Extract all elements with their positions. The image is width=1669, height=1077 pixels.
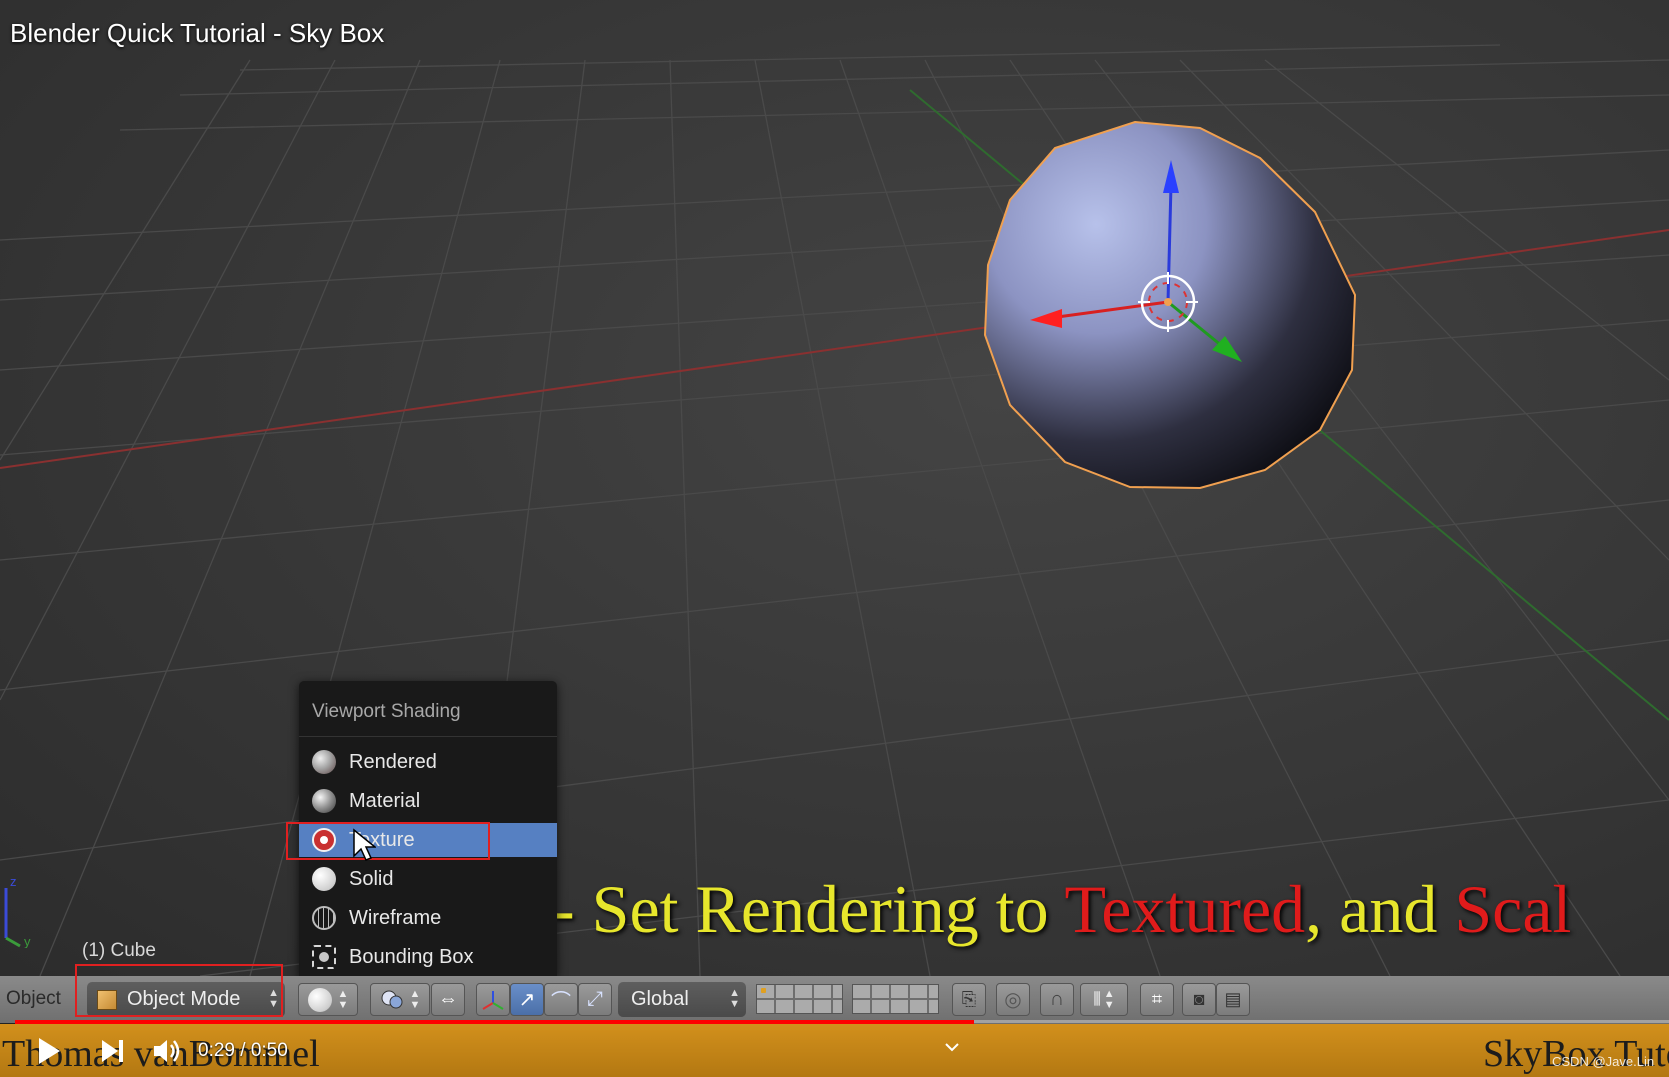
snap-toggle-button[interactable]: ∩ <box>1040 983 1074 1016</box>
mouse-cursor-icon <box>353 828 376 861</box>
scale-manipulator-button[interactable]: ⤢ <box>578 983 612 1016</box>
clapperboard-icon: ▤ <box>1224 989 1242 1009</box>
rendered-icon <box>312 750 336 774</box>
menu-item-label: Rendered <box>349 750 437 773</box>
pivot-point-button[interactable]: ▲ ▼ <box>370 983 430 1016</box>
snap-target-icon: ⌗ <box>1151 989 1163 1009</box>
bounding-box-icon <box>312 945 336 969</box>
proportional-edit-icon: ◎ <box>1004 989 1022 1011</box>
proportional-editing-button[interactable]: ◎ <box>996 983 1030 1016</box>
viewport-grid <box>0 44 1669 976</box>
menu-item-material[interactable]: Material <box>299 784 557 818</box>
manipulator-axes-icon <box>482 990 504 1010</box>
updown-arrows-icon: ▲ ▼ <box>409 987 421 1011</box>
manipulator-toggle-button[interactable] <box>476 983 510 1016</box>
axis-y-label: y <box>24 934 31 948</box>
highlight-box-texture <box>286 822 490 860</box>
rotate-arc-icon: ⌒ <box>551 991 571 1013</box>
render-animation-button[interactable]: ▤ <box>1216 983 1250 1016</box>
caption-highlight-scale: Scal <box>1454 871 1572 947</box>
snap-element-button[interactable]: ⫼ ▲ ▼ <box>1080 983 1128 1016</box>
magnet-icon: ∩ <box>1049 988 1065 1010</box>
video-title: Blender Quick Tutorial - Sky Box <box>10 18 385 48</box>
camera-icon: ◙ <box>1193 989 1205 1009</box>
rotate-manipulator-button[interactable]: ⌒ <box>544 983 578 1016</box>
snap-increment-icon: ⫼ <box>1093 990 1101 1008</box>
restrict-pivot-button[interactable]: ⇔ <box>431 983 465 1016</box>
menu-item-label: Wireframe <box>349 906 442 929</box>
menu-item-label: Bounding Box <box>349 945 474 968</box>
pivot-point-icon <box>381 990 403 1008</box>
play-icon[interactable] <box>36 1036 62 1066</box>
menu-divider <box>299 736 557 737</box>
time-display: 0:29 / 0:50 <box>198 1040 288 1061</box>
menu-item-wireframe[interactable]: Wireframe <box>299 901 557 935</box>
layer-buttons-group-1[interactable] <box>756 984 843 1014</box>
axis-orientation-widget: z y <box>4 874 31 948</box>
volume-icon[interactable] <box>152 1037 182 1065</box>
solid-icon <box>312 867 336 891</box>
3d-view-header: Object Object Mode ▲ ▼ ▲ ▼ ▲ ▼ ⇔ ↗ ⌒ ⤢ Glo <box>0 964 1669 1023</box>
viewport-shading-button[interactable]: ▲ ▼ <box>298 983 358 1016</box>
scale-icon: ⤢ <box>587 988 603 1010</box>
axis-z-label: z <box>10 874 17 889</box>
menu-title: Viewport Shading <box>312 701 461 722</box>
translate-manipulator-button[interactable]: ↗ <box>510 983 544 1016</box>
snap-target-button[interactable]: ⌗ <box>1140 983 1174 1016</box>
highlight-box-mode <box>75 964 283 1017</box>
tutorial-caption: - Set Rendering to Textured, and Scal <box>552 870 1571 949</box>
translate-arrow-icon: ↗ <box>518 989 536 1011</box>
wireframe-icon <box>312 906 336 930</box>
next-icon[interactable] <box>100 1038 126 1064</box>
double-arrow-icon: ⇔ <box>438 988 458 1010</box>
active-layer-dot <box>761 988 766 993</box>
chevron-down-icon[interactable] <box>944 1042 960 1052</box>
caption-middle: , and <box>1305 871 1455 947</box>
updown-arrows-icon: ▲ ▼ <box>1103 987 1115 1011</box>
menu-item-label: Material <box>349 789 421 812</box>
caption-prefix: - Set Rendering to <box>552 871 1065 947</box>
player-controls-bar: Thomas vanBommel SkyBox Tuto 0:29 / 0:50… <box>0 1024 1669 1077</box>
layer-buttons-group-2[interactable] <box>852 984 939 1014</box>
lock-camera-button[interactable]: ⎘ <box>952 983 986 1016</box>
active-object-name: (1) Cube <box>82 940 156 961</box>
updown-arrows-icon: ▲ ▼ <box>729 987 740 1010</box>
render-opengl-button[interactable]: ◙ <box>1182 983 1216 1016</box>
material-icon <box>312 789 336 813</box>
watermark: CSDN @Jave.Lin <box>1552 1054 1655 1069</box>
menu-item-label: Solid <box>349 867 394 890</box>
updown-arrows-icon: ▲ ▼ <box>337 987 349 1011</box>
transform-orientation-select[interactable]: Global ▲ ▼ <box>618 982 746 1017</box>
menu-item-bounding-box[interactable]: Bounding Box <box>299 940 557 974</box>
menu-item-rendered[interactable]: Rendered <box>299 745 557 779</box>
solid-shading-icon <box>307 987 332 1012</box>
3d-viewport[interactable]: Blender Quick Tutorial - Sky Box z y (1)… <box>0 0 1669 976</box>
caption-highlight-textured: Textured <box>1064 871 1306 947</box>
menu-item-solid[interactable]: Solid <box>299 862 557 896</box>
menu-object[interactable]: Object <box>6 988 61 1010</box>
lock-icon: ⎘ <box>961 989 977 1009</box>
transform-orientation-label: Global <box>631 988 689 1010</box>
